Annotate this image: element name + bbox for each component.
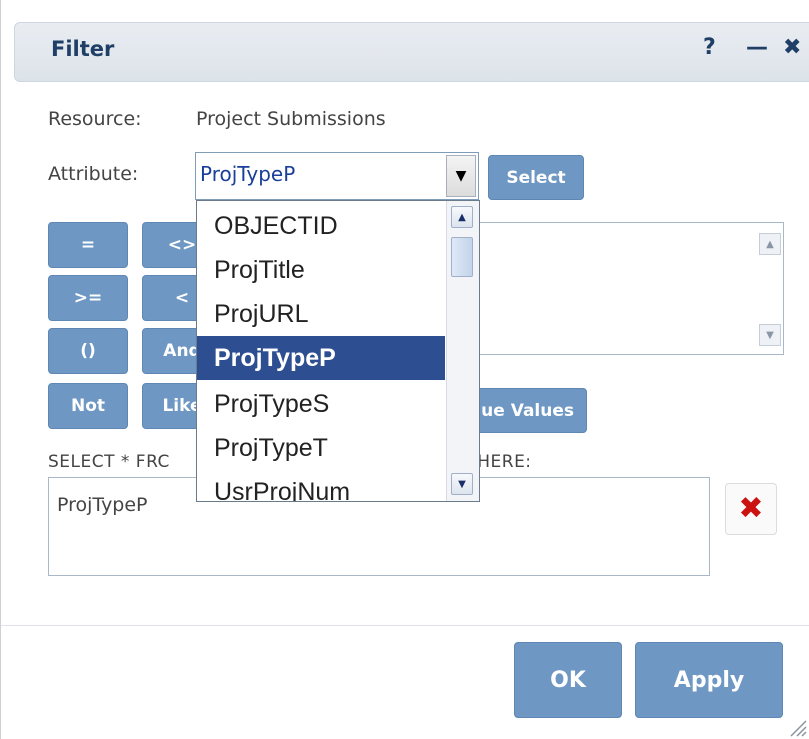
footer-divider <box>1 625 809 626</box>
filter-dialog: Filter ? — ✖ Resource: Project Submissio… <box>0 0 809 739</box>
option-projtitle[interactable]: ProjTitle <box>197 248 445 292</box>
attribute-dropdown-list[interactable]: OBJECTID ProjTitle ProjURL ProjTypeP Pro… <box>196 200 480 502</box>
dialog-title: Filter <box>51 37 115 61</box>
scroll-thumb[interactable] <box>451 237 473 277</box>
option-projurl[interactable]: ProjURL <box>197 292 445 336</box>
select-button[interactable]: Select <box>488 155 584 200</box>
apply-button[interactable]: Apply <box>635 642 783 718</box>
option-projtypet[interactable]: ProjTypeT <box>197 426 445 470</box>
sql-label-left: SELECT * FRC <box>48 452 170 472</box>
parentheses-button[interactable]: () <box>48 328 128 374</box>
greater-equal-button[interactable]: >= <box>48 275 128 321</box>
dialog-titlebar[interactable]: Filter ? — ✖ <box>14 22 809 82</box>
values-list[interactable]: ▲ ▼ <box>474 222 784 355</box>
minimize-button[interactable]: — <box>746 35 768 60</box>
option-projtypep-selected[interactable]: ProjTypeP <box>197 336 445 380</box>
option-objectid[interactable]: OBJECTID <box>197 204 445 248</box>
dropdown-scrollbar[interactable]: ▲ ▼ <box>446 201 479 501</box>
option-projtypes[interactable]: ProjTypeS <box>197 382 445 426</box>
attribute-select-value: ProjTypeP <box>200 162 296 186</box>
scroll-up-icon[interactable]: ▲ <box>451 206 473 228</box>
option-usrprojnum[interactable]: UsrProjNum <box>197 470 445 501</box>
equals-button[interactable]: = <box>48 222 128 268</box>
resource-label: Resource: <box>48 108 142 130</box>
sql-expression-text: ProjTypeP <box>57 494 148 516</box>
attribute-label: Attribute: <box>48 163 139 185</box>
close-button[interactable]: ✖ <box>783 35 801 60</box>
scroll-down-icon[interactable]: ▼ <box>759 324 781 346</box>
scroll-up-icon[interactable]: ▲ <box>759 233 781 255</box>
delete-icon: ✖ <box>738 491 764 526</box>
resource-value: Project Submissions <box>196 108 386 130</box>
clear-expression-button[interactable]: ✖ <box>725 483 777 535</box>
resize-grip-icon[interactable] <box>787 717 807 737</box>
help-button[interactable]: ? <box>703 35 716 60</box>
not-button[interactable]: Not <box>48 383 128 429</box>
chevron-down-icon[interactable]: ▼ <box>446 155 476 197</box>
attribute-select[interactable]: ProjTypeP ▼ <box>195 152 479 200</box>
scroll-down-icon[interactable]: ▼ <box>451 473 473 495</box>
ok-button[interactable]: OK <box>514 642 622 718</box>
